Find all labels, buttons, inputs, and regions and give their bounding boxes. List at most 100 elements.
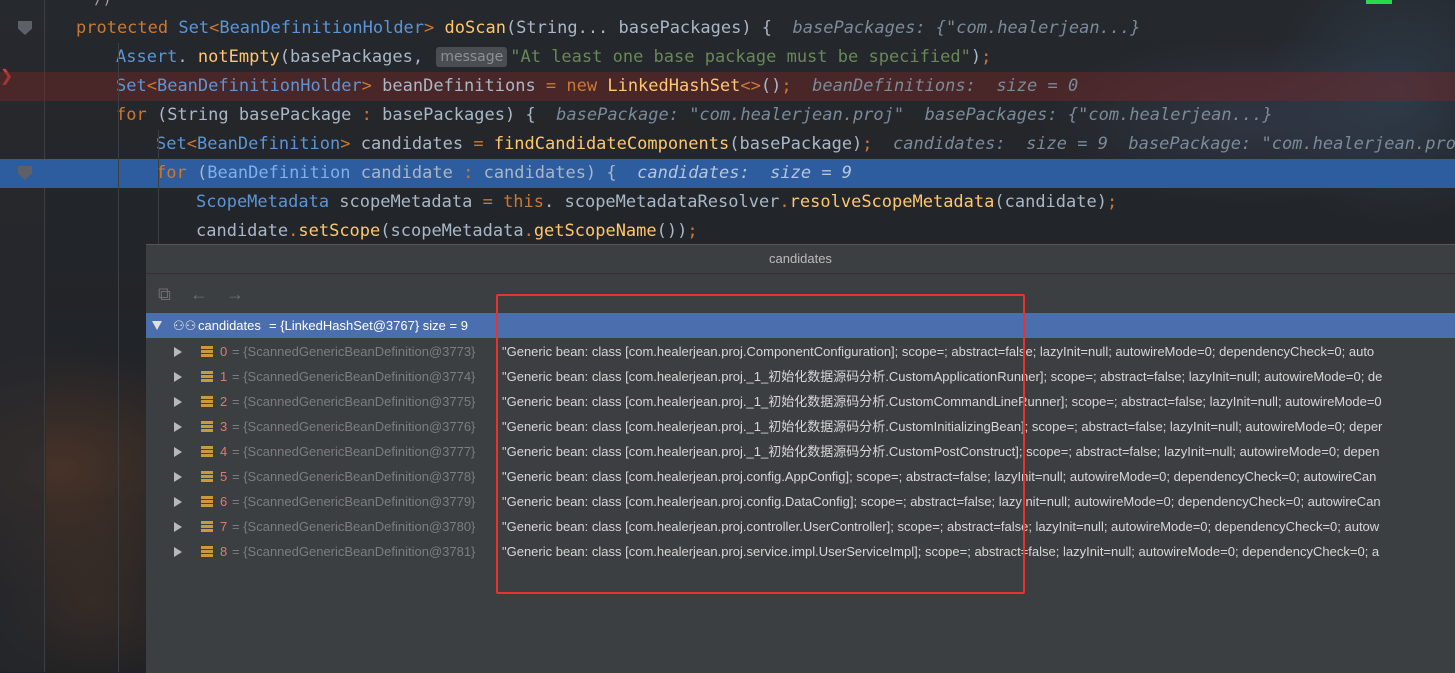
tree-item-row[interactable]: 3 = {ScannedGenericBeanDefinition@3776} "G… <box>146 414 1455 439</box>
code-token: : <box>361 105 383 125</box>
code-token: < <box>209 18 220 38</box>
inline-debug-value: candidates: size = 9 <box>637 163 853 183</box>
code-line-text: candidate.setScope(scopeMetadata.getScop… <box>196 217 698 246</box>
item-value: "Generic bean: class [com.healerjean.pro… <box>502 444 1380 459</box>
status-indicator <box>1366 0 1392 4</box>
item-reference: = {ScannedGenericBeanDefinition@3774} <box>232 369 476 384</box>
root-name: candidates <box>198 318 261 333</box>
field-icon <box>201 496 213 508</box>
expand-arrow-icon[interactable] <box>174 422 182 432</box>
code-token: candidates) { <box>483 163 638 183</box>
field-icon <box>201 421 213 433</box>
expand-arrow-icon[interactable] <box>174 497 182 507</box>
code-token: = <box>473 134 494 154</box>
expand-arrow-icon[interactable] <box>174 347 182 357</box>
code-token: . <box>288 221 299 241</box>
field-icon <box>201 521 213 533</box>
code-token: Set <box>116 76 147 96</box>
code-token: for <box>156 163 197 183</box>
item-reference: = {ScannedGenericBeanDefinition@3779} <box>232 494 476 509</box>
code-token: ; <box>1106 192 1118 212</box>
code-token: = this <box>482 192 545 212</box>
code-token: <> <box>740 76 761 96</box>
expand-arrow-icon[interactable] <box>174 447 182 457</box>
code-line[interactable]: ScopeMetadata scopeMetadata = this. scop… <box>0 188 1455 217</box>
code-token: (String basePackage <box>156 105 362 125</box>
code-token: BeanDefinitionHolder <box>219 18 425 38</box>
item-reference: = {ScannedGenericBeanDefinition@3778} <box>232 469 476 484</box>
code-token: doScan <box>444 18 506 38</box>
field-icon <box>201 346 213 358</box>
code-token: ; <box>862 134 894 154</box>
code-token: . <box>779 192 790 212</box>
code-token: ScopeMetadata <box>196 192 340 212</box>
expand-arrow-icon[interactable] <box>174 472 182 482</box>
code-token: resolveScopeMetadata <box>789 192 995 212</box>
code-token: (scopeMetadata <box>380 221 524 241</box>
code-token: BeanDefinitionHolder <box>156 76 362 96</box>
item-index: 7 <box>220 519 228 534</box>
tree-item-row[interactable]: 2 = {ScannedGenericBeanDefinition@3775} "G… <box>146 389 1455 414</box>
inline-debug-value: basePackage: "com.healerjean.proj" baseP… <box>556 105 1273 125</box>
code-token: : <box>463 163 484 183</box>
code-token: > <box>424 18 445 38</box>
code-line[interactable]: Set<BeanDefinition> candidates = findCan… <box>0 130 1455 159</box>
code-line[interactable]: Assert. notEmpty(basePackages, message "A… <box>0 43 1455 72</box>
item-reference: = {ScannedGenericBeanDefinition@3777} <box>232 444 476 459</box>
code-token: Assert <box>116 47 178 67</box>
tree-item-row[interactable]: 1 = {ScannedGenericBeanDefinition@3774} "G… <box>146 364 1455 389</box>
code-line-text: Set<BeanDefinitionHolder> beanDefinition… <box>116 72 1078 101</box>
tree-item-row[interactable]: 8 = {ScannedGenericBeanDefinition@3781} "G… <box>146 539 1455 564</box>
item-reference: = {ScannedGenericBeanDefinition@3780} <box>232 519 476 534</box>
item-index: 3 <box>220 419 228 434</box>
item-value: "Generic bean: class [com.healerjean.pro… <box>502 519 1380 534</box>
code-token: beanDefinitions <box>382 76 546 96</box>
debug-evaluate-popup[interactable]: candidates ⧉ ← → ⚇⚇ candidates = {Linked… <box>146 244 1455 673</box>
code-line-text: Assert. notEmpty(basePackages, message "A… <box>116 43 991 72</box>
code-token: candidate <box>196 221 289 241</box>
back-arrow-icon[interactable]: ← <box>190 284 208 304</box>
item-value: "Generic bean: class [com.healerjean.pro… <box>502 344 1375 359</box>
inline-debug-value: basePackages: {"com.healerjean...} <box>792 18 1141 38</box>
code-token: > <box>361 76 383 96</box>
expand-arrow-icon[interactable] <box>174 522 182 532</box>
indent-guide <box>118 43 119 672</box>
parameter-hint: message <box>436 47 508 67</box>
code-token: (basePackage) <box>729 134 863 154</box>
code-token: findCandidateComponents <box>493 134 730 154</box>
expand-arrow-icon[interactable] <box>174 397 182 407</box>
add-to-watches-icon[interactable]: ⧉ <box>158 284 171 304</box>
code-token: for <box>116 105 157 125</box>
item-reference: = {ScannedGenericBeanDefinition@3776} <box>232 419 476 434</box>
code-line[interactable]: candidate.setScope(scopeMetadata.getScop… <box>0 217 1455 246</box>
fold-marker: */) <box>86 0 112 8</box>
code-token: ( <box>196 163 208 183</box>
tree-item-row[interactable]: 6 = {ScannedGenericBeanDefinition@3779} "G… <box>146 489 1455 514</box>
expand-arrow-icon[interactable] <box>174 547 182 557</box>
tree-item-row[interactable]: 4 = {ScannedGenericBeanDefinition@3777} "G… <box>146 439 1455 464</box>
code-line[interactable]: for (BeanDefinition candidate : candidat… <box>0 159 1455 188</box>
tree-item-row[interactable]: 5 = {ScannedGenericBeanDefinition@3778} "G… <box>146 464 1455 489</box>
code-line[interactable]: for (String basePackage : basePackages) … <box>0 101 1455 130</box>
tree-item-row[interactable]: 7 = {ScannedGenericBeanDefinition@3780} "G… <box>146 514 1455 539</box>
code-line-text: ScopeMetadata scopeMetadata = this. scop… <box>196 188 1117 217</box>
code-line[interactable]: Set<BeanDefinitionHolder> beanDefinition… <box>0 72 1455 101</box>
expand-arrow-icon[interactable] <box>174 372 182 382</box>
code-token: < <box>146 76 157 96</box>
code-line-text: for (BeanDefinition candidate : candidat… <box>156 159 852 188</box>
field-icon <box>201 446 213 458</box>
code-line[interactable]: protected Set<BeanDefinitionHolder> doSc… <box>0 14 1455 43</box>
code-token: notEmpty <box>197 47 280 67</box>
code-line-text: protected Set<BeanDefinitionHolder> doSc… <box>76 14 1141 43</box>
tree-item-row[interactable]: 0 = {ScannedGenericBeanDefinition@3773} "G… <box>146 339 1455 364</box>
forward-arrow-icon[interactable]: → <box>226 284 244 304</box>
inline-debug-value: beanDefinitions: size = 0 <box>812 76 1079 96</box>
item-value: "Generic bean: class [com.healerjean.pro… <box>502 469 1377 484</box>
item-index: 8 <box>220 544 228 559</box>
code-token: ; <box>981 47 992 67</box>
tree-root-row[interactable]: ⚇⚇ candidates = {LinkedHashSet@3767} siz… <box>146 313 1455 338</box>
collapse-arrow-icon[interactable] <box>152 321 162 330</box>
code-token: LinkedHashSet <box>607 76 741 96</box>
field-icon <box>201 546 213 558</box>
code-token: Set <box>156 134 187 154</box>
